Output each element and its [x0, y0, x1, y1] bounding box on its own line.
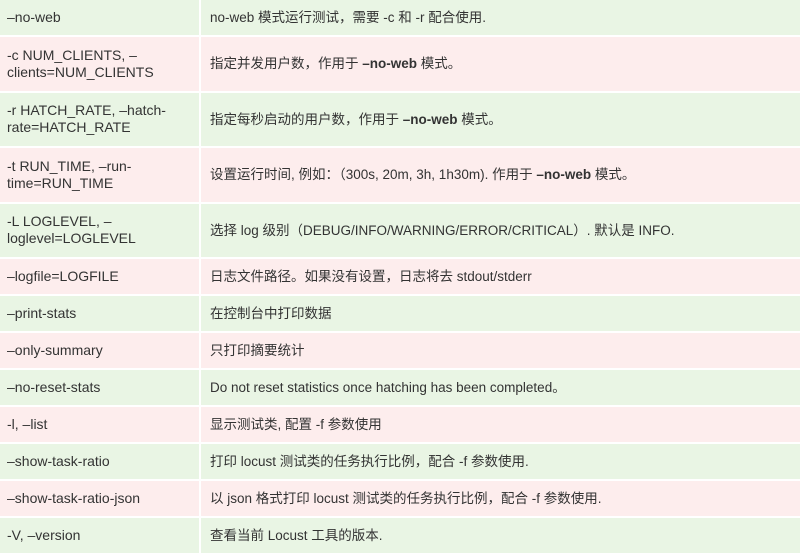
- option-cell: –print-stats: [0, 296, 201, 333]
- description-cell: 选择 log 级别（DEBUG/INFO/WARNING/ERROR/CRITI…: [201, 203, 800, 259]
- description-cell: 指定并发用户数，作用于 –no-web 模式。: [201, 37, 800, 93]
- table-row: -r HATCH_RATE, –hatch-rate=HATCH_RATE 指定…: [0, 92, 800, 148]
- option-cell: -t RUN_TIME, –run-time=RUN_TIME: [0, 148, 201, 204]
- table-row: -t RUN_TIME, –run-time=RUN_TIME 设置运行时间, …: [0, 148, 800, 204]
- table-row: –print-stats 在控制台中打印数据: [0, 296, 800, 333]
- description-cell: 指定每秒启动的用户数，作用于 –no-web 模式。: [201, 92, 800, 148]
- description-cell: 查看当前 Locust 工具的版本.: [201, 518, 800, 555]
- table-row: –logfile=LOGFILE 日志文件路径。如果没有设置，日志将去 stdo…: [0, 259, 800, 296]
- description-cell: 显示测试类, 配置 -f 参数使用: [201, 407, 800, 444]
- option-cell: –show-task-ratio: [0, 444, 201, 481]
- description-cell: 设置运行时间, 例如：（300s, 20m, 3h, 1h30m). 作用于 –…: [201, 148, 800, 204]
- option-cell: –logfile=LOGFILE: [0, 259, 201, 296]
- option-cell: -c NUM_CLIENTS, –clients=NUM_CLIENTS: [0, 37, 201, 93]
- option-cell: –no-web: [0, 0, 201, 37]
- table-row: -L LOGLEVEL, –loglevel=LOGLEVEL 选择 log 级…: [0, 203, 800, 259]
- table-row: -l, –list 显示测试类, 配置 -f 参数使用: [0, 407, 800, 444]
- option-cell: –no-reset-stats: [0, 370, 201, 407]
- option-cell: -V, –version: [0, 518, 201, 555]
- description-cell: Do not reset statistics once hatching ha…: [201, 370, 800, 407]
- table-row: –no-web no-web 模式运行测试，需要 -c 和 -r 配合使用.: [0, 0, 800, 37]
- option-cell: -l, –list: [0, 407, 201, 444]
- description-cell: 以 json 格式打印 locust 测试类的任务执行比例，配合 -f 参数使用…: [201, 481, 800, 518]
- options-table: –no-web no-web 模式运行测试，需要 -c 和 -r 配合使用. -…: [0, 0, 800, 555]
- description-cell: 只打印摘要统计: [201, 333, 800, 370]
- table-row: –only-summary 只打印摘要统计: [0, 333, 800, 370]
- description-cell: 打印 locust 测试类的任务执行比例，配合 -f 参数使用.: [201, 444, 800, 481]
- description-cell: 在控制台中打印数据: [201, 296, 800, 333]
- option-cell: –only-summary: [0, 333, 201, 370]
- option-cell: -L LOGLEVEL, –loglevel=LOGLEVEL: [0, 203, 201, 259]
- table-row: –show-task-ratio 打印 locust 测试类的任务执行比例，配合…: [0, 444, 800, 481]
- option-cell: –show-task-ratio-json: [0, 481, 201, 518]
- option-cell: -r HATCH_RATE, –hatch-rate=HATCH_RATE: [0, 92, 201, 148]
- description-cell: no-web 模式运行测试，需要 -c 和 -r 配合使用.: [201, 0, 800, 37]
- description-cell: 日志文件路径。如果没有设置，日志将去 stdout/stderr: [201, 259, 800, 296]
- table-row: -c NUM_CLIENTS, –clients=NUM_CLIENTS 指定并…: [0, 37, 800, 93]
- table-row: –no-reset-stats Do not reset statistics …: [0, 370, 800, 407]
- table-row: –show-task-ratio-json 以 json 格式打印 locust…: [0, 481, 800, 518]
- table-row: -V, –version 查看当前 Locust 工具的版本.: [0, 518, 800, 555]
